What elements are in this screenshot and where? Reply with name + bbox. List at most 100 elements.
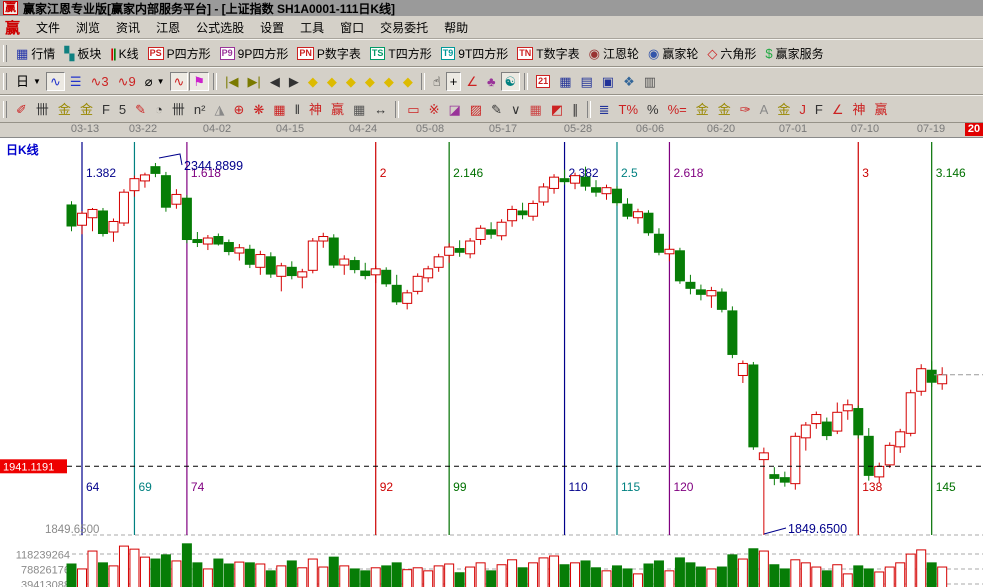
draw-win-angle-tool[interactable]: 赢 [870,100,891,119]
menu-item-6[interactable]: 设置 [252,17,292,38]
draw-rays-tool[interactable]: ※ [425,100,444,119]
draw-comb-tool[interactable]: 卌 [168,100,189,119]
zoom-out-button[interactable]: ◆ [380,72,398,91]
t-square-button[interactable]: TST四方形 [366,43,436,64]
wave-9-button[interactable]: ∿9 [114,72,140,91]
menu-item-2[interactable]: 浏览 [68,17,108,38]
draw-corner-tool[interactable]: ◩ [547,100,567,119]
menu-item-1[interactable]: 文件 [28,17,68,38]
p-square-button[interactable]: PSP四方形 [144,43,215,64]
p9-square-button[interactable]: P99P四方形 [216,43,293,64]
t-table-button[interactable]: TNT数字表 [513,43,583,64]
measure-tool-button[interactable]: ♣ [483,72,500,91]
crosshair-button[interactable]: + [446,72,462,91]
draw-bars-tool[interactable]: ‖ [291,100,304,119]
save-button[interactable]: ▣ [598,72,618,91]
compress-x-button[interactable]: ◆ [361,72,379,91]
draw-shen-tool[interactable]: 神 [305,100,326,119]
menu-item-9[interactable]: 交易委托 [372,17,436,38]
p-table-button[interactable]: PNP数字表 [293,43,365,64]
quotes-button[interactable]: ▦行情 [12,43,59,64]
menu-item-10[interactable]: 帮助 [436,17,476,38]
draw-a-tool-icon: A [760,102,769,117]
volume-bar [696,567,705,587]
prev-page-button[interactable]: ◀ [266,72,284,91]
draw-star-tool[interactable]: ❋ [249,100,268,119]
first-page-button-icon: |◀ [225,74,238,89]
title-bar: 赢 赢家江恩专业版[赢家内部服务平台] - [上证指数 SH1A0001-111… [0,0,983,16]
draw-5-grid-tool[interactable]: 5 [115,100,130,119]
menu-item-8[interactable]: 窗口 [332,17,372,38]
draw-fan-tool[interactable]: ◪ [445,100,465,119]
draw-n2-tool[interactable]: n² [190,100,210,119]
draw-zigzag-tool[interactable]: ∨ [507,100,525,119]
draw-hatch-tool[interactable]: ▨ [466,100,486,119]
draw-grid2-tool[interactable]: ▦ [349,100,369,119]
draw-gold-grid2-tool[interactable]: 金 [76,100,97,119]
draw-circle-cross-tool[interactable]: ⊕ [229,100,248,119]
menu-item-4[interactable]: 江恩 [148,17,188,38]
menu-item-7[interactable]: 工具 [292,17,332,38]
angle-tool-button[interactable]: ∠ [462,72,482,91]
zoom-in-button[interactable]: ◆ [399,72,417,91]
expand-x-button[interactable]: ◆ [342,72,360,91]
draw-tpercent-tool[interactable]: T% [615,100,643,119]
kline-button[interactable]: ||K线 [106,43,142,64]
draw-gold-circle-tool[interactable]: 金 [692,100,713,119]
t9-square-button[interactable]: T99T四方形 [437,43,513,64]
candle-style-button[interactable]: ⌀▼ [141,72,169,91]
calendar-button[interactable]: 21 [532,73,554,90]
period-day-button[interactable]: 日▼ [12,72,45,91]
draw-angle-tool[interactable]: ∠ [828,100,848,119]
next-page-button[interactable]: ▶ [285,72,303,91]
hand-tool-button[interactable]: ☝ [429,72,445,91]
draw-box-tool[interactable]: ▭ [403,100,423,119]
draw-width-tool[interactable]: ↔ [370,100,391,119]
sectors-button[interactable]: ▚板块 [60,43,105,64]
send-web-button[interactable]: ❖ [619,72,639,91]
memo-button[interactable]: ▤ [576,72,596,91]
trend-curve-button[interactable]: ∿ [46,72,65,91]
gann-wheel-button[interactable]: ◉江恩轮 [585,43,643,64]
menu-item-5[interactable]: 公式选股 [188,17,252,38]
info-panel-button[interactable]: ☰ [66,72,86,91]
toolbar-separator [421,73,425,90]
draw-shen-angle-tool[interactable]: 神 [848,100,869,119]
draw-percent-tool[interactable]: % [643,100,663,119]
draw-j-angle-tool[interactable]: J [795,100,810,119]
draw-f-grid-tool[interactable]: F [98,100,114,119]
print-button[interactable]: ▥ [640,72,660,91]
draw-a-tool[interactable]: A [756,100,773,119]
draw-redgrid-tool[interactable]: ▦ [526,100,546,119]
analysis-button[interactable]: ☯ [501,72,521,91]
draw-brush-tool[interactable]: ✑ [736,100,755,119]
draw-pencil-tool[interactable]: ✎ [487,100,506,119]
draw-pen-tool[interactable]: ✐ [12,100,31,119]
menu-item-3[interactable]: 资讯 [108,17,148,38]
red-wave-button[interactable]: ∿ [170,72,189,91]
date-tick-07-19: 07-19 [917,123,945,135]
wave-3-button[interactable]: ∿3 [87,72,113,91]
draw-percent-lines-tool[interactable]: %= [664,100,691,119]
draw-win-tool[interactable]: 赢 [327,100,348,119]
first-page-button[interactable]: |◀ [221,72,242,91]
draw-web-tool[interactable]: ▦ [269,100,289,119]
winner-service-button[interactable]: $赢家服务 [761,43,827,64]
draw-gold-angle-tool[interactable]: 金 [773,100,794,119]
hexagon-button[interactable]: ◇六角形 [703,43,760,64]
shift-left-button[interactable]: ◆ [304,72,322,91]
draw-gold-lines-tool[interactable]: 金 [714,100,735,119]
volume-flag-button[interactable]: ⚑ [189,72,209,91]
winner-wheel-button[interactable]: ◉赢家轮 [644,43,702,64]
shift-right-button[interactable]: ◆ [323,72,341,91]
draw-pen2-tool[interactable]: ✎ [131,100,150,119]
draw-triangle-tool[interactable]: ◮ [210,100,228,119]
draw-lines-tool[interactable]: ∥ [568,100,583,119]
draw-grid-tool[interactable]: 卌 [32,100,53,119]
calculator-button[interactable]: ▦ [555,72,575,91]
draw-f-angle-tool[interactable]: F [811,100,827,119]
last-page-button[interactable]: ▶| [243,72,264,91]
draw-gold-grid-tool[interactable]: 金 [54,100,75,119]
draw-cycle-tool[interactable]: ◔ [151,100,167,119]
draw-chart-tool[interactable]: ≣ [595,100,614,119]
